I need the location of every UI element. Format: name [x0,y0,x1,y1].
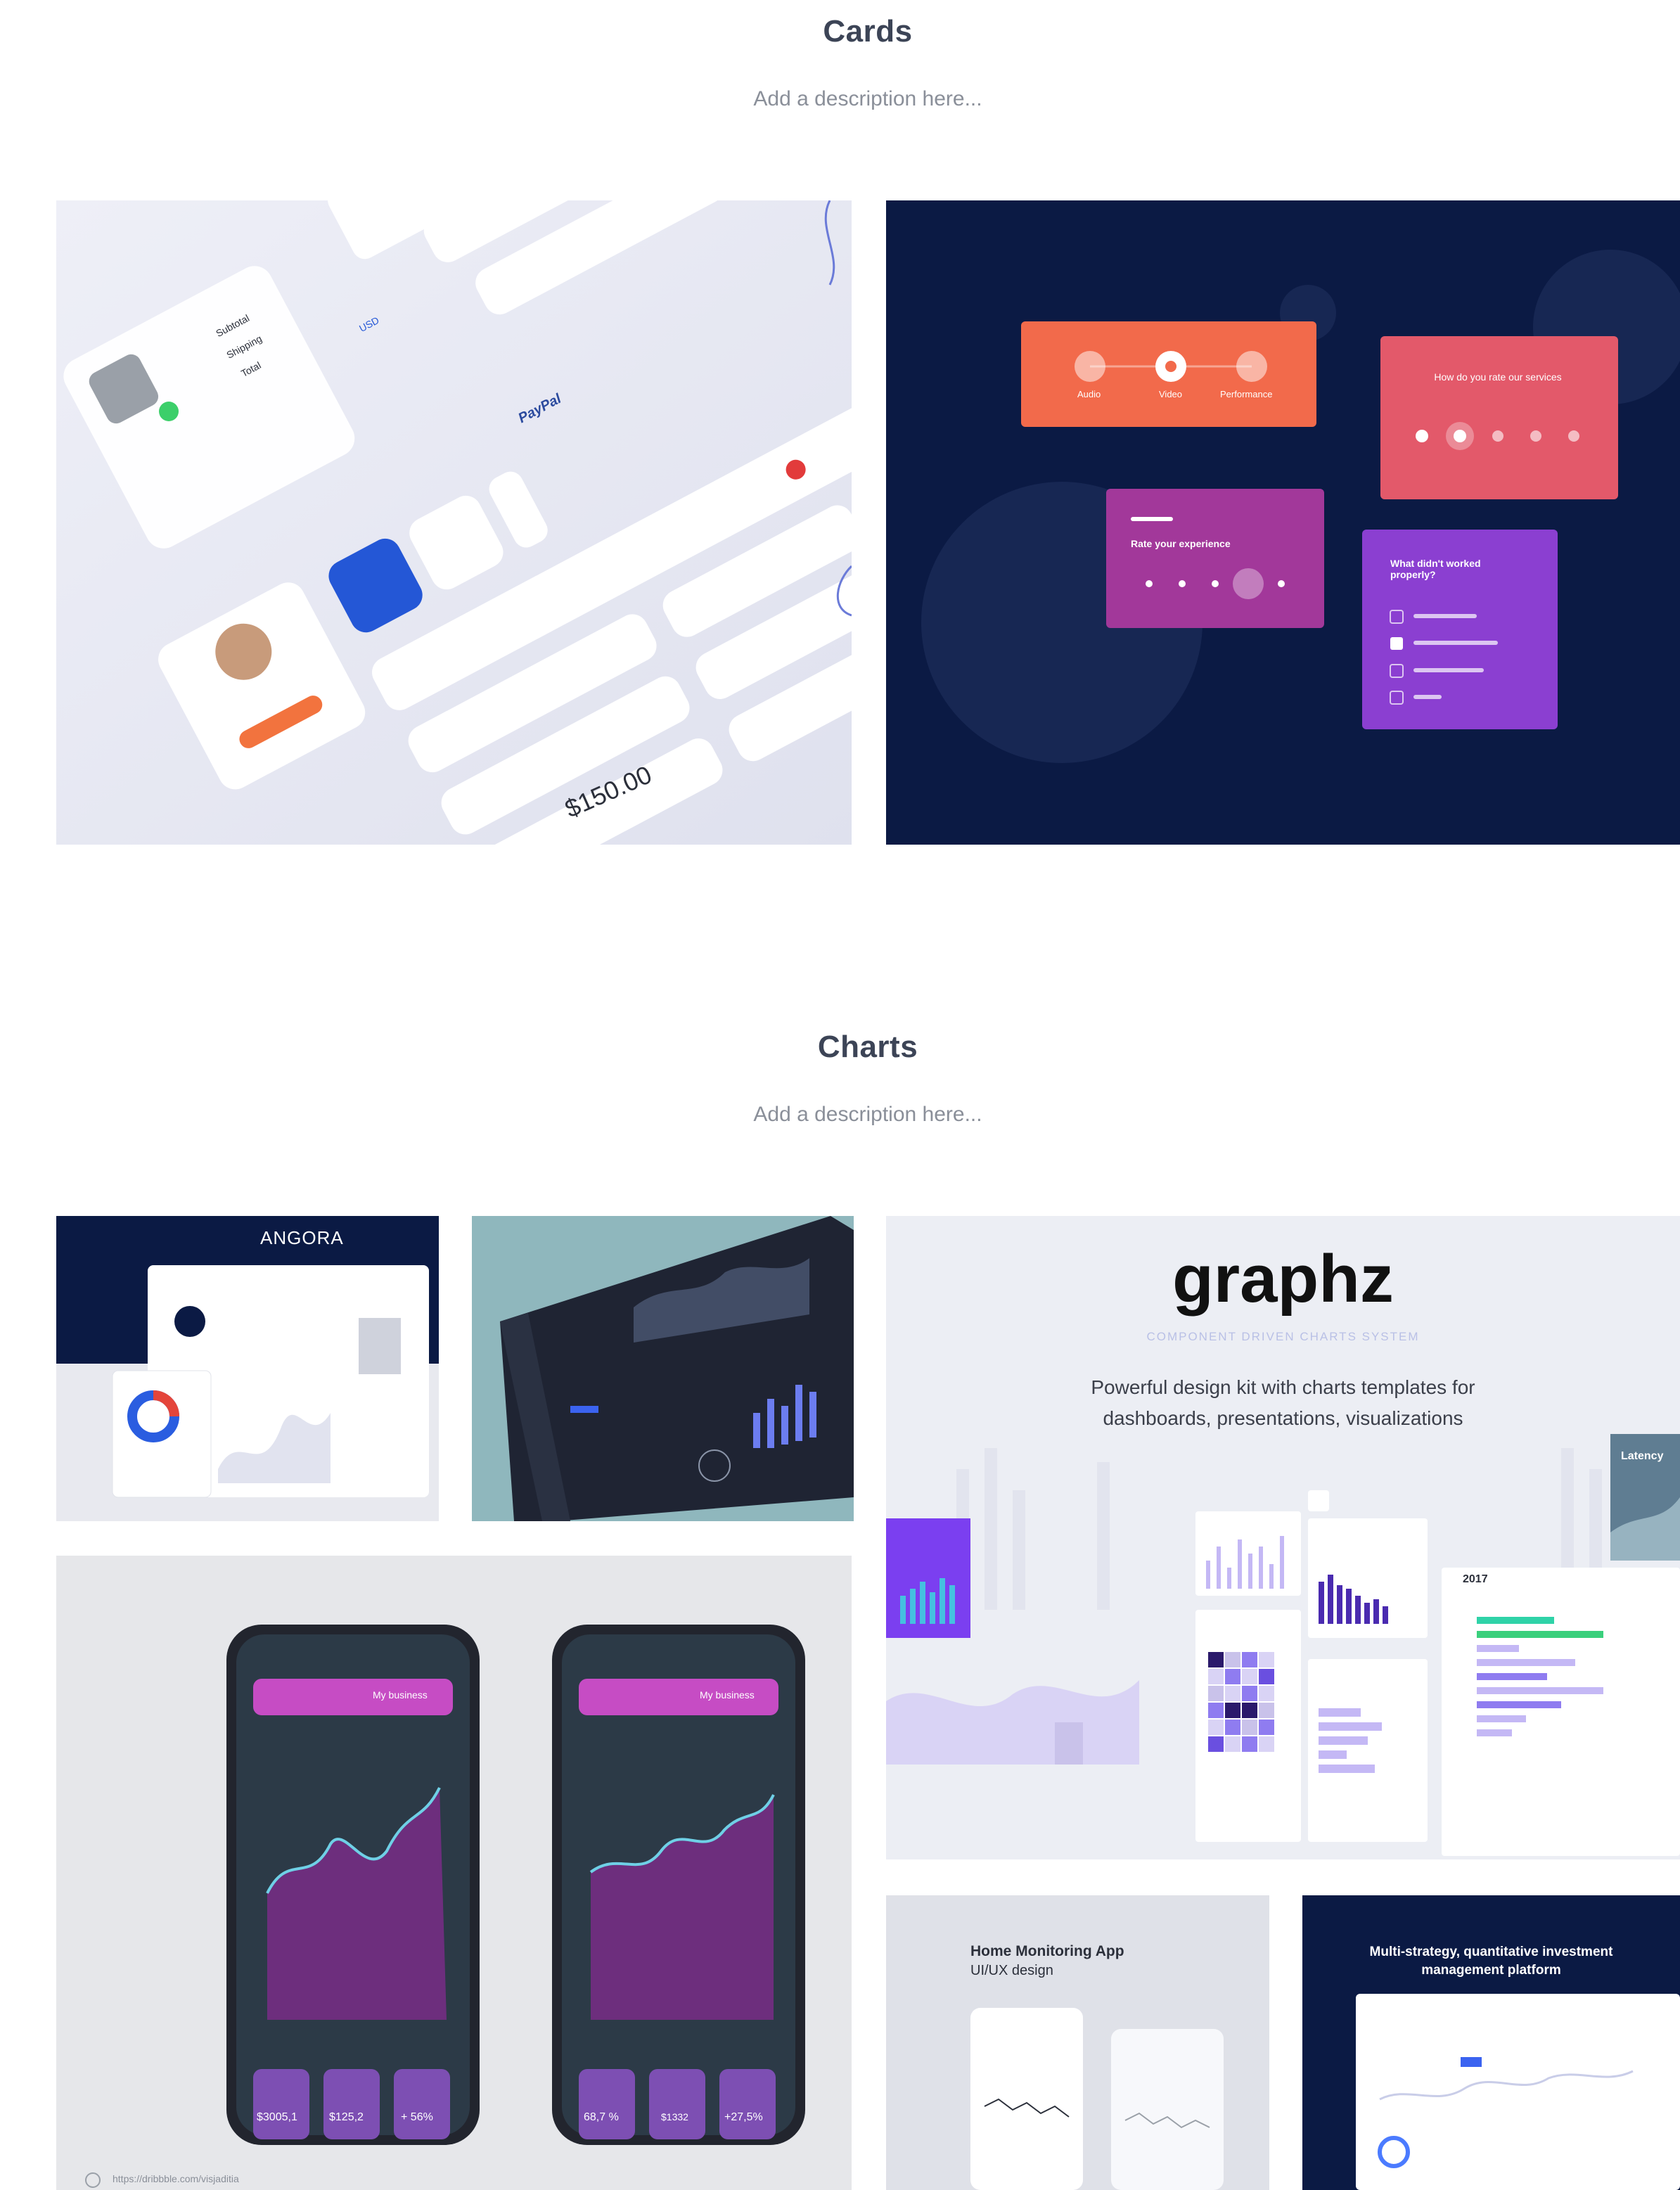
graphz-logo: graphz [1172,1241,1394,1317]
home-monitoring-illustration [886,1895,1269,2190]
rating-question: How do you rate our services [1434,371,1562,383]
cards-light-illustration [56,200,852,845]
graphz-tagline: COMPONENT DRIVEN CHARTS SYSTEM [1146,1330,1420,1343]
right-phone-value-3: +27,5% [724,2111,763,2123]
quant-platform-illustration [1302,1895,1680,2190]
angora-brand: ANGORA [260,1227,344,1248]
right-phone-value-2: $1332 [661,2111,688,2122]
left-phone-value-2: $125,2 [329,2111,364,2123]
tile-home-monitoring[interactable]: Home Monitoring App UI/UX design [886,1895,1269,2190]
quant-title-line2: management platform [1421,1963,1561,1978]
left-phone-title: My business [373,1689,428,1701]
tile-quant-platform[interactable]: Multi-strategy, quantitative investment … [1302,1895,1680,2190]
tile-cards-light[interactable]: $150.00 PayPal Subtotal Shipping Total U… [56,200,852,845]
left-phone-value-3: + 56% [401,2111,433,2123]
step-audio: Audio [1077,389,1101,399]
tile-cards-dark[interactable]: Audio Video Performance How do you rate … [886,200,1680,845]
phones-illustration [56,1556,852,2190]
step-performance: Performance [1220,389,1273,399]
graphz-latency: Latency [1621,1450,1664,1462]
section-description-cards[interactable]: Add a description here... [0,87,1680,111]
dribbble-url[interactable]: https://dribbble.com/visjaditia [113,2173,239,2184]
section-title-cards: Cards [823,14,913,49]
tile-teal-dashboard[interactable] [472,1216,854,1521]
tile-phones-dashboard[interactable]: My business My business $3005,1 $125,2 +… [56,1556,852,2190]
graphz-description-line1: Powerful design kit with charts template… [1091,1376,1475,1398]
rate-experience-title: Rate your experience [1131,538,1231,549]
cards-dark-illustration [886,200,1680,845]
section-description-charts[interactable]: Add a description here... [0,1103,1680,1127]
quant-title-line1: Multi-strategy, quantitative investment [1369,1945,1613,1959]
teal-dashboard-illustration [472,1216,854,1521]
right-phone-value-1: 68,7 % [584,2111,619,2123]
tile-angora-dashboard[interactable]: ANGORA [56,1216,439,1521]
home-monitoring-subtitle: UI/UX design [970,1963,1053,1978]
right-phone-title: My business [700,1689,755,1701]
tile-graphz[interactable]: graphz COMPONENT DRIVEN CHARTS SYSTEM Po… [886,1216,1680,1859]
angora-illustration [56,1216,439,1521]
graphz-year: 2017 [1463,1573,1488,1585]
graphz-description-line2: dashboards, presentations, visualization… [1103,1407,1463,1429]
home-monitoring-title: Home Monitoring App [970,1943,1124,1959]
step-video: Video [1159,389,1183,399]
worked-question: What didn't worked properly? [1390,558,1481,580]
left-phone-value-1: $3005,1 [257,2111,297,2123]
section-title-charts: Charts [817,1030,918,1064]
